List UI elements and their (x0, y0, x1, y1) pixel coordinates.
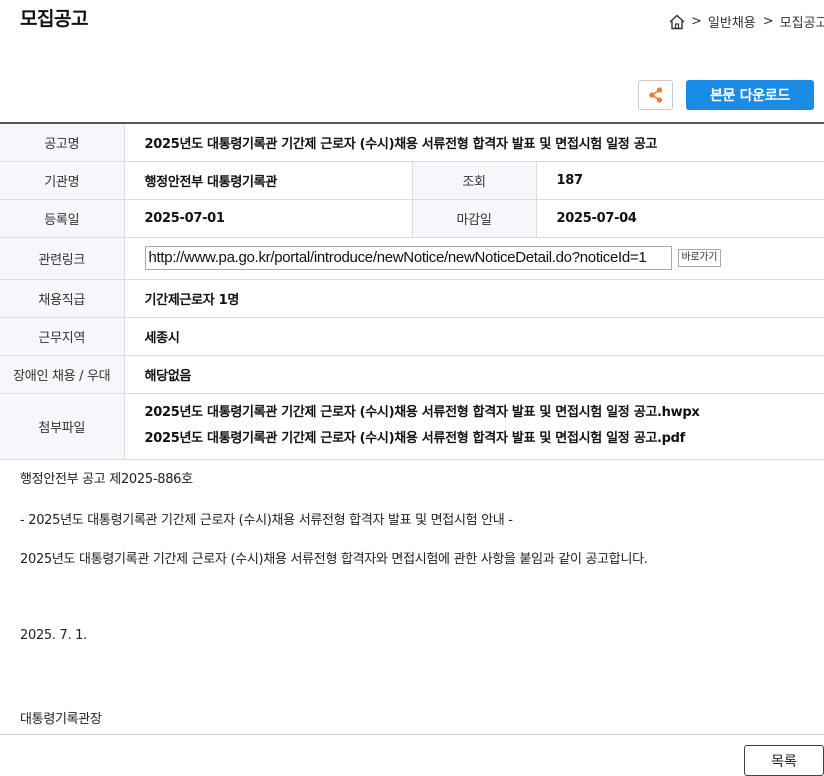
table-row: 관련링크 http://www.pa.go.kr/portal/introduc… (0, 236, 824, 280)
notice-info-table: 공고명 2025년도 대통령기록관 기간제 근로자 (수시)채용 서류전형 합격… (0, 122, 824, 460)
table-row: 첨부파일 2025년도 대통령기록관 기간제 근로자 (수시)채용 서류전형 합… (0, 392, 824, 460)
disability-label: 장애인 채용 / 우대 (0, 354, 125, 394)
region-label: 근무지역 (0, 316, 125, 356)
notice-date: 2025. 7. 1. (20, 628, 87, 643)
table-row: 기관명 행정안전부 대통령기록관 조회 187 (0, 160, 824, 200)
link-label: 관련링크 (0, 236, 125, 280)
disability-value: 해당없음 (124, 354, 824, 394)
views-label: 조회 (411, 160, 537, 200)
related-link-field[interactable]: http://www.pa.go.kr/portal/introduce/new… (144, 246, 672, 270)
breadcrumb-item-recruitment[interactable]: 모집공고 (780, 12, 824, 31)
breadcrumb-separator: > (762, 14, 774, 29)
attachments-label: 첨부파일 (0, 392, 125, 460)
deadline-label: 마감일 (411, 198, 537, 238)
home-icon[interactable] (668, 13, 686, 31)
attachment-pdf-link[interactable]: 2025년도 대통령기록관 기간제 근로자 (수시)채용 서류전형 합격자 발표… (145, 426, 824, 452)
org-value: 행정안전부 대통령기록관 (124, 160, 412, 200)
position-value: 기간제근로자 1명 (124, 278, 824, 318)
table-row: 근무지역 세종시 (0, 316, 824, 356)
title-label: 공고명 (0, 122, 125, 162)
notice-number: 행정안전부 공고 제2025-886호 (20, 472, 193, 487)
breadcrumb-item-general-hiring[interactable]: 일반채용 (708, 12, 756, 31)
breadcrumb: > 일반채용 > 모집공고 (668, 12, 824, 31)
share-icon (648, 87, 662, 103)
reg-date-label: 등록일 (0, 198, 125, 238)
divider (0, 734, 824, 735)
table-row: 장애인 채용 / 우대 해당없음 (0, 354, 824, 394)
table-row: 채용직급 기간제근로자 1명 (0, 278, 824, 318)
views-value: 187 (536, 160, 824, 200)
go-link-button[interactable]: 바로가기 (677, 249, 722, 267)
breadcrumb-separator: > (691, 14, 702, 29)
notice-text: 2025년도 대통령기록관 기간제 근로자 (수시)채용 서류전형 합격자와 면… (20, 552, 648, 567)
notice-signature: 대통령기록관장 (20, 712, 102, 727)
table-row: 등록일 2025-07-01 마감일 2025-07-04 (0, 198, 824, 238)
list-button[interactable]: 목록 (744, 745, 824, 776)
position-label: 채용직급 (0, 278, 125, 318)
table-row: 공고명 2025년도 대통령기록관 기간제 근로자 (수시)채용 서류전형 합격… (0, 122, 824, 162)
notice-title: 2025년도 대통령기록관 기간제 근로자 (수시)채용 서류전형 합격자 발표… (124, 122, 824, 162)
download-body-button[interactable]: 본문 다운로드 (686, 80, 814, 110)
attachments-list: 2025년도 대통령기록관 기간제 근로자 (수시)채용 서류전형 합격자 발표… (124, 392, 824, 460)
region-value: 세종시 (124, 316, 824, 356)
share-button[interactable] (638, 80, 673, 110)
attachment-hwpx-link[interactable]: 2025년도 대통령기록관 기간제 근로자 (수시)채용 서류전형 합격자 발표… (145, 400, 824, 426)
page-title: 모집공고 (20, 8, 88, 30)
reg-date-value: 2025-07-01 (124, 198, 412, 238)
deadline-value: 2025-07-04 (536, 198, 824, 238)
org-label: 기관명 (0, 160, 125, 200)
notice-subtitle: - 2025년도 대통령기록관 기간제 근로자 (수시)채용 서류전형 합격자 … (20, 513, 513, 528)
